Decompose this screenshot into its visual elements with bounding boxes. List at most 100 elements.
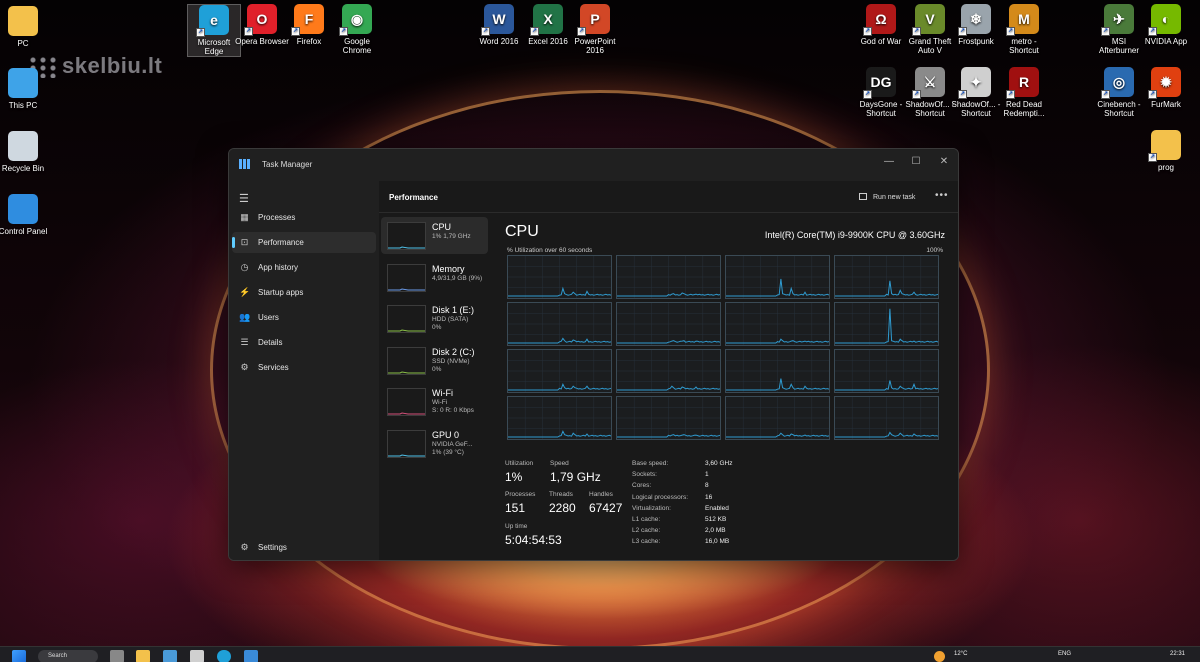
clock[interactable]: 22:31 [1170,651,1185,657]
desktop-icon[interactable]: DG ↗ DaysGone - Shortcut [854,67,908,118]
desktop-icon[interactable]: This PC [0,68,50,110]
shortcut-arrow-icon: ↗ [912,90,921,99]
shortcut-arrow-icon: ↗ [244,27,253,36]
weather-icon[interactable] [934,651,945,662]
frostpunk-icon: ❄ ↗ [958,4,991,36]
task-manager-taskbar-icon[interactable] [244,650,258,662]
notepad-icon[interactable] [190,650,204,662]
cpu-core-graph [834,349,939,393]
desktop-icon[interactable]: F ↗ Firefox [282,4,336,46]
shortcut-arrow-icon: ↗ [1101,27,1110,36]
device-subtitle: NVIDIA GeF... 1% (39 °C) [432,441,472,457]
utilization-graph-max: 100% [926,247,943,254]
spec-value: 1 [705,471,709,479]
desktop-icon-label: Frostpunk [958,37,994,46]
title-bar[interactable]: Task Manager — ☐ ✕ [229,149,958,181]
device-item-cpu[interactable]: CPU 1% 1,79 GHz [381,217,488,254]
cpu-model: Intel(R) Core(TM) i9-9900K CPU @ 3.60GHz [764,230,945,240]
desktop-icon-label: Recycle Bin [1,164,45,173]
sidebar-item-app-history[interactable]: ◷ App history [232,257,376,278]
sidebar-item-performance[interactable]: ⊡ Performance [232,232,376,253]
desktop-icon-label: PC [17,39,29,48]
more-options-button[interactable]: ••• [935,190,949,201]
run-new-task-button[interactable]: Run new task [859,193,915,201]
sidebar-item-users[interactable]: 👥 Users [232,307,376,328]
device-item-memory[interactable]: Memory 4,9/31,9 GB (9%) [381,259,488,296]
device-item-disk-2-c[interactable]: Disk 2 (C:) SSD (NVMe) 0% [381,342,488,379]
desktop-icon[interactable]: ✦ ↗ ShadowOf... - Shortcut [949,67,1003,118]
shortcut-arrow-icon: ↗ [863,90,872,99]
god-of-war-icon: Ω ↗ [863,4,896,36]
desktop-icon-label: Google Chrome [342,37,372,55]
desktop-icon[interactable]: PC [0,6,50,48]
minimize-button[interactable]: — [876,153,902,171]
start-button-icon[interactable] [12,650,26,662]
desktop-icon[interactable]: O ↗ Opera Browser [235,4,289,46]
shadow-of-tomb-raider-icon: ✦ ↗ [958,67,991,99]
desktop-icon-label: God of War [860,37,902,46]
task-manager-window[interactable]: Task Manager — ☐ ✕ ☰ ▦ Processes ⊡ Performa… [228,148,959,561]
maximize-button[interactable]: ☐ [903,153,929,171]
desktop-icon[interactable]: M ↗ metro - Shortcut [997,4,1051,55]
device-thumbnail-graph [387,305,426,333]
desktop-icon[interactable]: Recycle Bin [0,131,50,173]
weather-text[interactable]: 12°C [954,651,967,657]
desktop-icon[interactable]: ◎ ↗ Cinebench - Shortcut [1092,67,1146,118]
run-task-icon [859,193,867,200]
edge-taskbar-icon[interactable] [217,650,231,662]
furmark-icon: ✹ ↗ [1148,67,1181,99]
sidebar-item-services[interactable]: ⚙ Services [232,357,376,378]
spec-label: Sockets: [632,471,657,479]
language-indicator[interactable]: ENG [1058,651,1071,657]
firefox-icon: F ↗ [291,4,324,36]
desktop-icon[interactable]: R ↗ Red Dead Redempti... [997,67,1051,118]
device-thumbnail-graph [387,388,426,416]
desktop-icon[interactable]: Ω ↗ God of War [854,4,908,46]
desktop-icon[interactable]: W ↗ Word 2016 [472,4,526,46]
device-item-disk-1-e[interactable]: Disk 1 (E:) HDD (SATA) 0% [381,300,488,337]
shortcut-arrow-icon: ↗ [481,27,490,36]
cpu-core-graph [725,255,830,299]
shortcut-arrow-icon: ↗ [863,27,872,36]
device-subtitle-line: NVIDIA GeF... [432,440,473,448]
device-item-wi-fi[interactable]: Wi-Fi Wi-Fi S: 0 R: 0 Kbps [381,383,488,420]
shortcut-arrow-icon: ↗ [1006,27,1015,36]
desktop-icon[interactable]: ❄ ↗ Frostpunk [949,4,1003,46]
stat-handles: Handles 67427 [589,491,622,515]
calculator-icon[interactable] [163,650,177,662]
taskbar: Search 12°C ENG 22:31 [0,646,1200,662]
app-history-icon: ◷ [240,262,249,272]
desktop-icon[interactable]: ✈ ↗ MSI Afterburner [1092,4,1146,55]
task-view-icon[interactable] [110,650,124,662]
desktop-icon[interactable]: Control Panel [0,194,50,236]
sidebar-item-label: Settings [258,543,287,552]
desktop-icon[interactable]: X ↗ Excel 2016 [521,4,575,46]
shortcut-arrow-icon: ↗ [1006,90,1015,99]
desktop-icon[interactable]: e ↗ Microsoft Edge [187,4,241,57]
device-thumbnail-graph [387,263,426,292]
desktop-icon[interactable]: ↗ prog [1139,130,1193,172]
search-label: Search [48,653,68,659]
desktop-icon[interactable]: ◐ ↗ NVIDIA App [1139,4,1193,46]
sidebar-item-details[interactable]: ☰ Details [232,332,376,353]
device-name: Wi-Fi [432,388,453,398]
cpu-core-graph [507,302,612,346]
hamburger-menu-icon[interactable]: ☰ [239,192,249,205]
shortcut-arrow-icon: ↗ [339,27,348,36]
desktop-icon[interactable]: ◉ ↗ Google Chrome [330,4,384,55]
desktop-icon[interactable]: P ↗ PowerPoint 2016 [568,4,622,55]
spec-label: L2 cache: [632,527,661,535]
device-item-gpu-0[interactable]: GPU 0 NVIDIA GeF... 1% (39 °C) [381,425,488,462]
red-dead-icon: R ↗ [1006,67,1039,99]
spec-value: 2,0 MB [705,527,726,535]
desktop-icon[interactable]: ✹ ↗ FurMark [1139,67,1193,109]
file-explorer-icon[interactable] [136,650,150,662]
cpu-core-graphs [507,255,943,443]
sidebar-item-processes[interactable]: ▦ Processes [232,207,376,228]
sidebar: ☰ ▦ Processes ⊡ Performance ◷ App history ⚡ Sta… [229,181,379,560]
close-button[interactable]: ✕ [931,153,957,171]
sidebar-item-settings[interactable]: ⚙ Settings [232,537,376,558]
sidebar-item-startup-apps[interactable]: ⚡ Startup apps [232,282,376,303]
taskbar-search[interactable]: Search [38,650,98,662]
stat-value: 2280 [549,501,576,515]
